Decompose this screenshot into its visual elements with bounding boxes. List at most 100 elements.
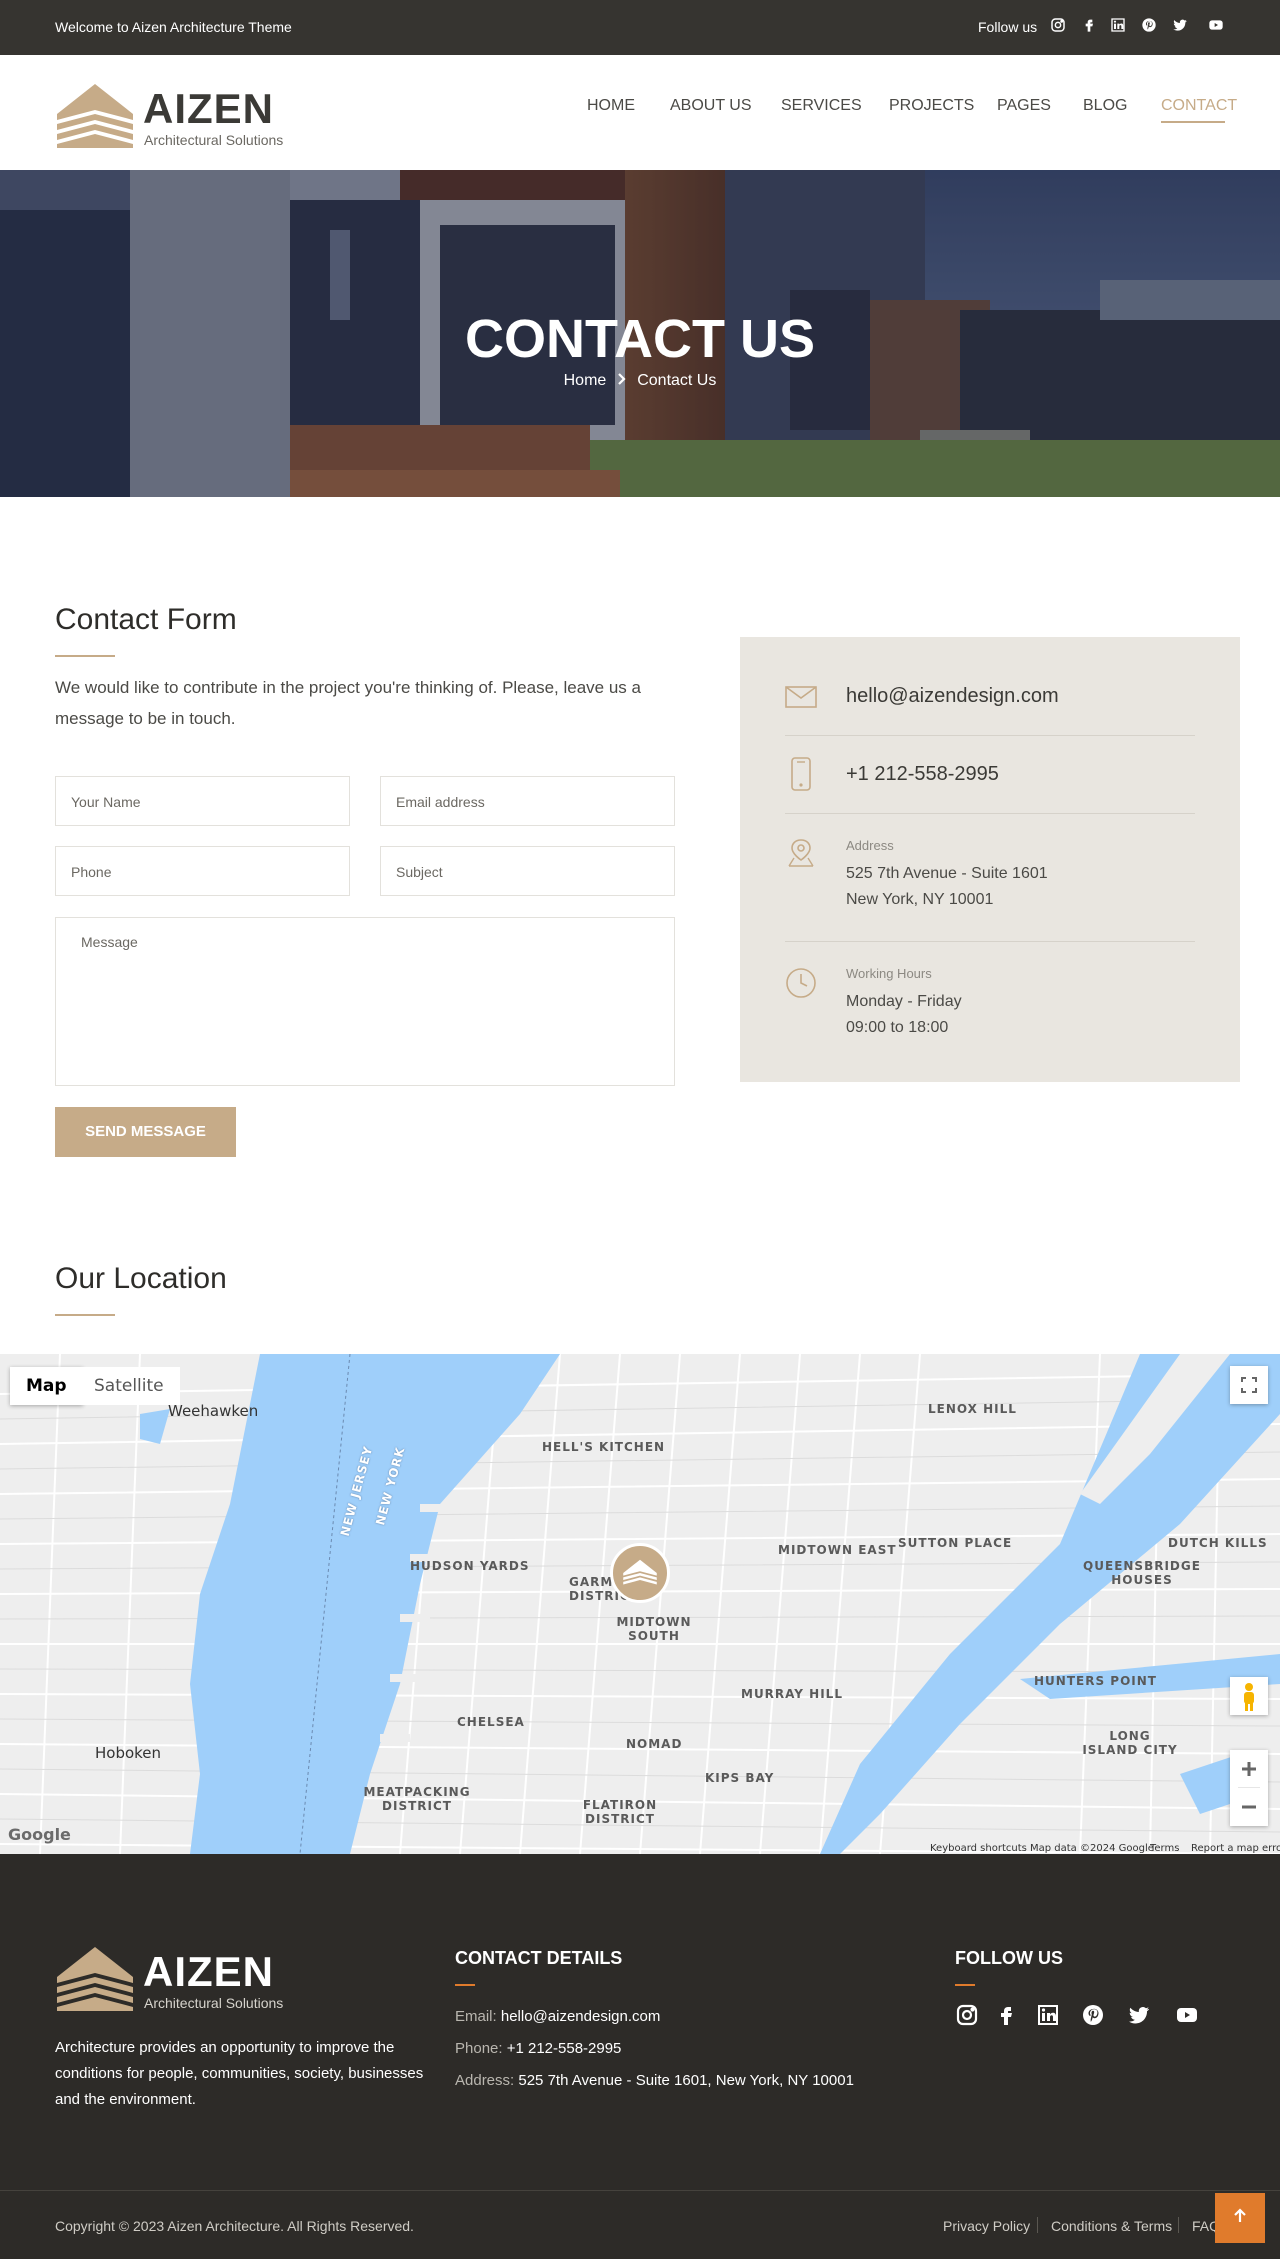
map-label: MIDTOWN SOUTH xyxy=(616,1615,692,1643)
nav-home[interactable]: HOME xyxy=(587,97,635,115)
map-tab-satellite[interactable]: Satellite xyxy=(78,1367,180,1405)
map-label: HUNTERS POINT xyxy=(1034,1674,1157,1688)
pegman-icon xyxy=(1244,1683,1254,1711)
name-input[interactable]: Your Name xyxy=(55,776,350,826)
divider xyxy=(1178,2217,1179,2233)
contact-info-box: hello@aizendesign.com +1 212-558-2995 Ad… xyxy=(740,637,1240,1082)
footer-phone: Phone: +1 212-558-2995 xyxy=(455,2040,621,2057)
footer-contact-title: CONTACT DETAILS xyxy=(455,1948,623,1968)
instagram-icon[interactable] xyxy=(1050,17,1068,35)
nav-contact[interactable]: CONTACT xyxy=(1161,97,1237,115)
footer-about: Architecture provides an opportunity to … xyxy=(55,2039,424,2108)
twitter-icon[interactable] xyxy=(1172,17,1190,35)
breadcrumb-home[interactable]: Home xyxy=(564,372,607,390)
info-phone[interactable]: +1 212-558-2995 xyxy=(846,763,999,786)
logo-mark-icon xyxy=(57,84,133,148)
footer-logo[interactable]: AIZEN Architectural Solutions xyxy=(55,1943,305,2011)
map-pin-icon xyxy=(786,838,816,873)
instagram-icon[interactable] xyxy=(955,2003,981,2029)
facebook-icon[interactable] xyxy=(994,2003,1020,2029)
email-label: Email: xyxy=(455,2008,497,2025)
fullscreen-button[interactable] xyxy=(1230,1366,1268,1404)
address-label: Address: xyxy=(455,2072,515,2089)
nav-services[interactable]: SERVICES xyxy=(781,97,862,115)
logo-subtitle: Architectural Solutions xyxy=(144,1995,284,2011)
mobile-phone-icon xyxy=(790,757,812,796)
zoom-control xyxy=(1230,1750,1268,1826)
chevron-right-icon xyxy=(617,372,627,390)
youtube-icon[interactable] xyxy=(1175,2003,1201,2029)
info-email[interactable]: hello@aizendesign.com xyxy=(846,685,1059,708)
privacy-policy-link[interactable]: Privacy Policy xyxy=(943,2218,1030,2234)
map-label: DUTCH KILLS xyxy=(1168,1536,1268,1550)
map-label: LENOX HILL xyxy=(928,1402,1017,1416)
nav-about-us[interactable]: ABOUT US xyxy=(670,97,752,115)
hero-banner: CONTACT US Home Contact Us xyxy=(0,170,1280,497)
phone-input[interactable]: Phone xyxy=(55,846,350,896)
pinterest-icon[interactable] xyxy=(1141,17,1159,35)
email-link[interactable]: hello@aizendesign.com xyxy=(501,2008,661,2025)
zoom-in-button[interactable] xyxy=(1230,1750,1268,1788)
conditions-terms-link[interactable]: Conditions & Terms xyxy=(1051,2218,1172,2234)
footer-address: Address: 525 7th Avenue - Suite 1601, Ne… xyxy=(455,2072,854,2089)
hours-label: Working Hours xyxy=(846,966,932,981)
subject-input[interactable]: Subject xyxy=(380,846,675,896)
phone-label: Phone: xyxy=(455,2040,503,2057)
map-label: CHELSEA xyxy=(457,1715,525,1729)
welcome-text: Welcome to Aizen Architecture Theme xyxy=(55,19,292,35)
map-label: HELL'S KITCHEN xyxy=(542,1440,666,1454)
map-footer-link[interactable]: Report a map error xyxy=(1191,1843,1280,1854)
nav-projects[interactable]: PROJECTS xyxy=(889,97,974,115)
divider xyxy=(1037,2217,1038,2233)
location-title: Our Location xyxy=(55,1262,227,1295)
google-logo: Google xyxy=(8,1825,71,1844)
title-underline xyxy=(455,1984,475,1986)
map-footer-link[interactable]: Keyboard shortcuts xyxy=(930,1843,1027,1854)
minus-icon xyxy=(1242,1805,1256,1809)
address-line-2: New York, NY 10001 xyxy=(846,891,994,908)
back-to-top-button[interactable] xyxy=(1215,2193,1265,2243)
map-label: LONG ISLAND CITY xyxy=(1082,1729,1178,1757)
phone-link[interactable]: +1 212-558-2995 xyxy=(507,2040,622,2057)
map-marker[interactable] xyxy=(610,1543,670,1603)
contact-form-title: Contact Form xyxy=(55,603,237,636)
logo-mark-icon xyxy=(623,1559,657,1585)
street-view-button[interactable] xyxy=(1230,1677,1268,1715)
hours-time: 09:00 to 18:00 xyxy=(846,1019,949,1036)
facebook-icon[interactable] xyxy=(1081,17,1099,35)
copyright-text: Copyright © 2023 Aizen Architecture. All… xyxy=(55,2218,414,2234)
map-label: FLATIRON DISTRICT xyxy=(582,1798,658,1826)
arrow-up-icon xyxy=(1234,2208,1246,2222)
footer-divider xyxy=(0,2190,1280,2191)
send-message-button[interactable]: SEND MESSAGE xyxy=(55,1107,236,1157)
breadcrumb-current: Contact Us xyxy=(637,372,717,389)
site-logo[interactable]: AIZEN Architectural Solutions xyxy=(55,80,305,148)
map-label: MEATPACKING DISTRICT xyxy=(363,1785,471,1813)
nav-blog[interactable]: BLOG xyxy=(1083,97,1127,115)
nav-pages[interactable]: PAGES xyxy=(997,97,1051,115)
fullscreen-icon xyxy=(1241,1377,1257,1393)
message-textarea[interactable]: Message xyxy=(55,917,675,1086)
map-tab-map[interactable]: Map xyxy=(10,1367,83,1405)
twitter-icon[interactable] xyxy=(1127,2003,1153,2029)
linkedin-icon[interactable] xyxy=(1110,17,1128,35)
hours-days: Monday - Friday xyxy=(846,993,962,1010)
contact-intro: We would like to contribute in the proje… xyxy=(55,678,641,728)
email-input[interactable]: Email address xyxy=(380,776,675,826)
google-map[interactable]: Weehawken HELL'S KITCHEN LENOX HILL HUDS… xyxy=(0,1354,1280,1854)
address-line-1: 525 7th Avenue - Suite 1601 xyxy=(846,865,1048,882)
zoom-out-button[interactable] xyxy=(1230,1788,1268,1826)
map-footer-link[interactable]: Terms xyxy=(1150,1843,1179,1854)
breadcrumb: Home Contact Us xyxy=(0,372,1280,390)
map-label: KIPS BAY xyxy=(705,1771,775,1785)
linkedin-icon[interactable] xyxy=(1036,2003,1062,2029)
map-label: MIDTOWN EAST xyxy=(778,1543,897,1557)
pinterest-icon[interactable] xyxy=(1081,2003,1107,2029)
youtube-icon[interactable] xyxy=(1208,17,1226,35)
title-underline xyxy=(55,1314,115,1316)
logo-name: AIZEN xyxy=(143,85,274,132)
clock-icon xyxy=(785,967,817,1004)
logo-subtitle: Architectural Solutions xyxy=(144,132,284,148)
footer-follow-title: FOLLOW US xyxy=(955,1948,1063,1968)
map-footer-text: Map data ©2024 Google xyxy=(1030,1843,1154,1854)
